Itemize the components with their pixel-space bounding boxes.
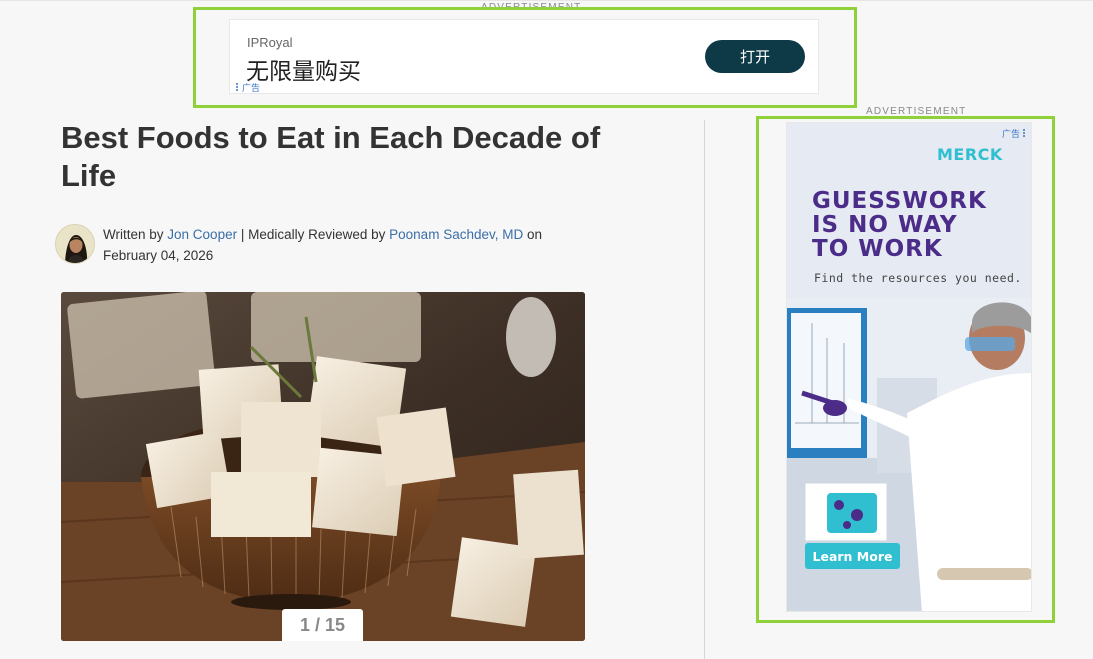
ad-brand-name: IPRoyal [247, 35, 293, 50]
more-options-icon[interactable] [1023, 129, 1026, 138]
author-avatar[interactable] [55, 224, 95, 264]
side-ad-frame: 广告 MERCK GUESSWORK IS NO WAY TO WORK Fin… [756, 116, 1055, 623]
learn-more-button[interactable]: Learn More [805, 543, 900, 569]
article-byline: Written by Jon Cooper | Medically Review… [103, 224, 593, 266]
ad-headline: 无限量购买 [246, 59, 361, 85]
headline-line: IS NO WAY [812, 212, 958, 238]
headline-line: GUESSWORK [812, 188, 987, 214]
reviewer-link[interactable]: Poonam Sachdev, MD [389, 227, 523, 242]
written-by-prefix: Written by [103, 227, 168, 242]
more-options-icon[interactable] [236, 83, 239, 92]
ad-open-button[interactable]: 打开 [705, 40, 805, 73]
ad-choices-tag[interactable]: 广告 [1002, 127, 1026, 140]
slideshow-image[interactable] [61, 292, 585, 641]
column-divider [704, 120, 705, 659]
top-rule [0, 0, 1093, 1]
slideshow-pager: 1 / 15 [282, 609, 363, 641]
reviewed-by-prefix: | Medically Reviewed by [237, 227, 390, 242]
ad-tag-label: 广告 [242, 84, 261, 94]
ad-tag-label: 广告 [1001, 130, 1020, 140]
article-title: Best Foods to Eat in Each Decade of Life [61, 120, 601, 193]
merck-headline: GUESSWORK IS NO WAY TO WORK [812, 189, 1027, 261]
merck-subtext: Find the resources you need. [814, 271, 1022, 285]
merck-logo: MERCK [937, 145, 1003, 164]
author-link[interactable]: Jon Cooper [167, 227, 237, 242]
top-ad-frame: IPRoyal 无限量购买 打开 广告 [193, 7, 857, 108]
merck-ad-banner[interactable]: 广告 MERCK GUESSWORK IS NO WAY TO WORK Fin… [786, 122, 1032, 612]
headline-line: TO WORK [812, 236, 943, 262]
ad-choices-tag[interactable]: 广告 [236, 81, 260, 94]
top-ad-banner[interactable]: IPRoyal 无限量购买 打开 广告 [229, 19, 819, 94]
